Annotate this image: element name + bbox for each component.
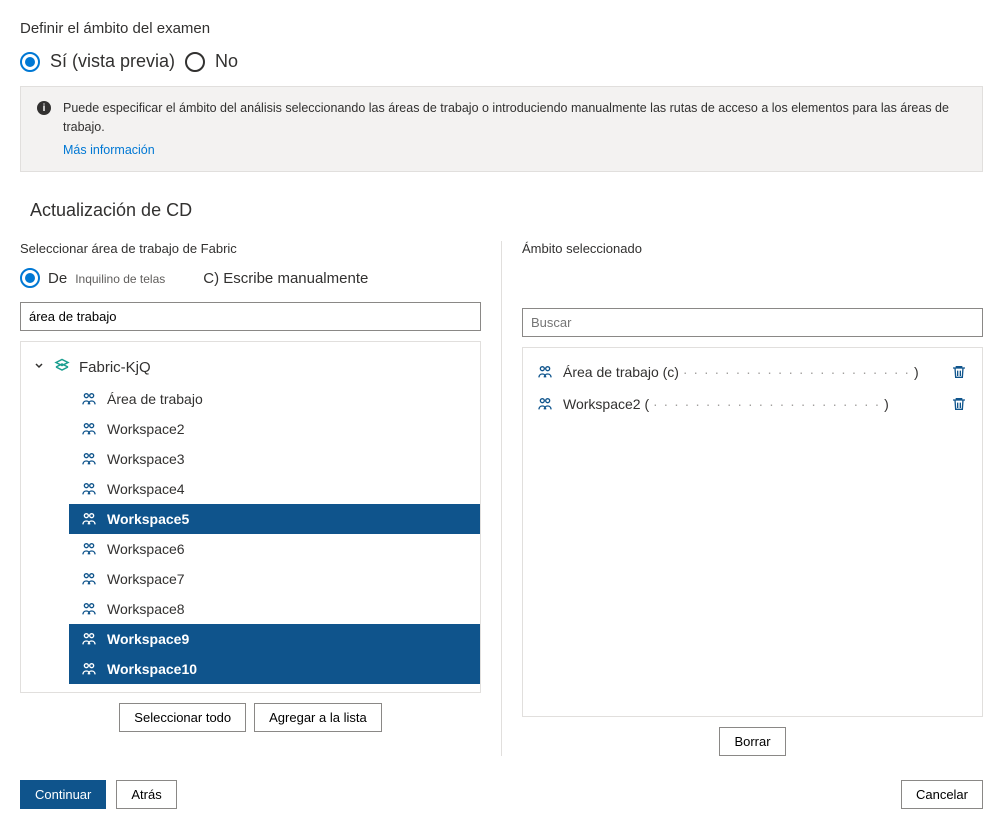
workspace-icon <box>537 396 553 412</box>
tree-root[interactable]: Fabric-KjQ <box>21 350 480 384</box>
delete-icon[interactable] <box>950 395 968 413</box>
workspace-item-label: Workspace8 <box>107 601 185 617</box>
right-subheading: Ámbito seleccionado <box>522 241 983 256</box>
footer-right: Cancelar <box>901 780 983 809</box>
workspace-icon <box>81 571 97 587</box>
radio-no-label: No <box>215 51 238 72</box>
back-button[interactable]: Atrás <box>116 780 176 809</box>
add-to-list-button[interactable]: Agregar a la lista <box>254 703 382 732</box>
continue-button[interactable]: Continuar <box>20 780 106 809</box>
workspace-tree: Fabric-KjQ Área de trabajo Workspace2 Work… <box>20 341 481 693</box>
workspace-item[interactable]: Workspace10 <box>69 654 480 684</box>
radio-from-tenant-dot <box>25 273 35 283</box>
workspace-item[interactable]: Workspace3 <box>69 444 480 474</box>
selected-scope-item: Área de trabajo (c) · · · · · · · · · · … <box>523 356 982 388</box>
workspace-item-label: Workspace2 <box>107 421 185 437</box>
workspace-item-label: Workspace6 <box>107 541 185 557</box>
workspace-item[interactable]: Área de trabajo <box>69 384 480 414</box>
workspace-item[interactable]: Workspace8 <box>69 594 480 624</box>
manual-label: C) Escribe manualmente <box>203 270 368 287</box>
info-text: Puede especificar el ámbito del análisis… <box>63 101 949 134</box>
info-text-container: Puede especificar el ámbito del análisis… <box>63 99 966 159</box>
info-icon: i <box>37 101 51 115</box>
footer-row: Continuar Atrás Cancelar <box>20 780 983 809</box>
delete-icon[interactable] <box>950 363 968 381</box>
radio-yes-label: Sí (vista previa) <box>50 51 175 72</box>
source-radio-group: De Inquilino de telas C) Escribe manualm… <box>20 268 481 288</box>
radio-yes-dot <box>25 57 35 67</box>
page-title: Definir el ámbito del examen <box>20 20 983 37</box>
more-info-link[interactable]: Más información <box>63 141 155 160</box>
workspace-item-label: Workspace10 <box>107 661 197 677</box>
section-title: Actualización de CD <box>20 192 983 229</box>
workspace-item[interactable]: Workspace7 <box>69 564 480 594</box>
tenant-label-wrap: Inquilino de telas <box>75 270 165 287</box>
right-button-row: Borrar <box>522 727 983 756</box>
tree-children: Área de trabajo Workspace2 Workspace3 Works… <box>21 384 480 684</box>
cancel-button[interactable]: Cancelar <box>901 780 983 809</box>
selected-scope-list: Área de trabajo (c) · · · · · · · · · · … <box>522 347 983 717</box>
workspace-icon <box>81 661 97 677</box>
radio-yes[interactable] <box>20 52 40 72</box>
selected-search-input[interactable] <box>522 308 983 337</box>
workspace-item-label: Workspace5 <box>107 511 189 527</box>
workspace-item[interactable]: Workspace4 <box>69 474 480 504</box>
tenant-label: Inquilino de telas <box>75 272 165 286</box>
workspace-item[interactable]: Workspace5 <box>69 504 480 534</box>
workspace-item[interactable]: Workspace6 <box>69 534 480 564</box>
workspace-icon <box>81 391 97 407</box>
left-button-row: Seleccionar todo Agregar a la lista <box>20 703 481 732</box>
select-all-button[interactable]: Seleccionar todo <box>119 703 246 732</box>
workspace-icon <box>81 481 97 497</box>
workspace-item[interactable]: Workspace9 <box>69 624 480 654</box>
tree-root-label: Fabric-KjQ <box>79 359 151 376</box>
footer-left: Continuar Atrás <box>20 780 177 809</box>
chevron-down-icon <box>33 360 45 375</box>
workspace-icon <box>81 601 97 617</box>
workspace-item-label: Workspace7 <box>107 571 185 587</box>
clear-button[interactable]: Borrar <box>719 727 785 756</box>
workspace-item-label: Workspace9 <box>107 631 189 647</box>
left-subheading: Seleccionar área de trabajo de Fabric <box>20 241 481 256</box>
workspace-icon <box>81 631 97 647</box>
workspace-item-label: Área de trabajo <box>107 391 203 407</box>
radio-no[interactable] <box>185 52 205 72</box>
workspace-search-input[interactable] <box>20 302 481 331</box>
fabric-icon <box>53 358 71 376</box>
right-column: Ámbito seleccionado Área de trabajo (c) … <box>501 241 983 756</box>
two-column-layout: Seleccionar área de trabajo de Fabric De… <box>20 241 983 756</box>
from-label: De <box>48 270 67 287</box>
workspace-icon <box>537 364 553 380</box>
workspace-item[interactable]: Workspace2 <box>69 414 480 444</box>
selected-item-label: Área de trabajo (c) · · · · · · · · · · … <box>563 364 940 380</box>
workspace-icon <box>81 511 97 527</box>
selected-scope-item: Workspace2 ( · · · · · · · · · · · · · ·… <box>523 388 982 420</box>
scope-radio-group: Sí (vista previa) No <box>20 51 983 72</box>
workspace-item-label: Workspace4 <box>107 481 185 497</box>
radio-from-tenant[interactable] <box>20 268 40 288</box>
workspace-item-label: Workspace3 <box>107 451 185 467</box>
selected-item-label: Workspace2 ( · · · · · · · · · · · · · ·… <box>563 396 940 412</box>
left-column: Seleccionar área de trabajo de Fabric De… <box>20 241 501 756</box>
info-box: i Puede especificar el ámbito del anális… <box>20 86 983 172</box>
workspace-icon <box>81 421 97 437</box>
workspace-icon <box>81 451 97 467</box>
workspace-icon <box>81 541 97 557</box>
